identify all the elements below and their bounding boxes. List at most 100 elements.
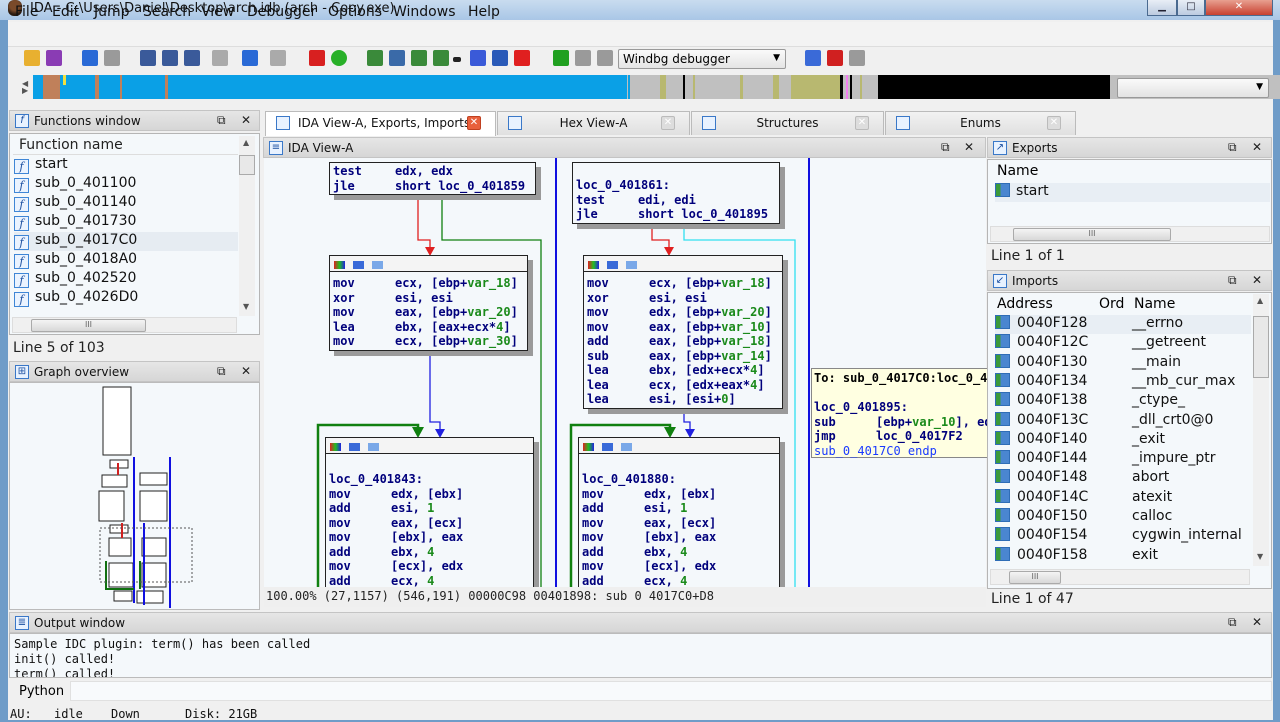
instruction-line[interactable]: add ecx, 4 xyxy=(329,574,530,588)
add-data-icon[interactable] xyxy=(389,50,405,66)
function-row[interactable]: f sub_0_401730 xyxy=(14,213,238,232)
import-row[interactable]: 0040F140 _exit xyxy=(995,430,1251,450)
open-folder-icon[interactable] xyxy=(24,50,40,66)
instruction-line[interactable]: mov eax, [ecx] xyxy=(329,516,530,531)
edit-icon[interactable] xyxy=(492,50,508,66)
block-color-icon[interactable] xyxy=(583,443,594,451)
instruction-line[interactable]: add eax, [ebp+var_18] xyxy=(587,334,779,349)
functions-hscrollbar[interactable]: III xyxy=(12,317,237,333)
import-row[interactable]: 0040F14C atexit xyxy=(995,488,1251,508)
imports-vscrollbar[interactable]: ▲ ▼ xyxy=(1253,294,1269,566)
process-options-icon[interactable] xyxy=(805,50,821,66)
tab-structures[interactable]: Structures ✕ xyxy=(691,111,884,135)
instruction-line[interactable]: xor esi, esi xyxy=(587,291,779,306)
instruction-line[interactable]: mov [ecx], edx xyxy=(329,559,530,574)
minimize-button[interactable]: ▁ xyxy=(1147,0,1177,16)
close-icon[interactable]: ✕ xyxy=(241,364,251,378)
command-input[interactable] xyxy=(70,681,1272,701)
close-icon[interactable]: ✕ xyxy=(1252,140,1262,154)
import-row[interactable]: 0040F154 cygwin_internal xyxy=(995,527,1251,546)
function-row[interactable]: f sub_0_401100 xyxy=(14,175,238,194)
nav-scroll-arrows[interactable]: ◀ ▶ xyxy=(22,80,28,95)
instruction-line[interactable]: jle short loc_0_401859 xyxy=(333,179,532,194)
output-log[interactable]: Sample IDC plugin: term() has been calle… xyxy=(9,633,1272,678)
column-header-name[interactable]: Name xyxy=(1134,296,1175,312)
add-breakpoint-icon[interactable] xyxy=(827,50,843,66)
menu-file[interactable]: File xyxy=(15,4,38,20)
import-row[interactable]: 0040F158 exit xyxy=(995,546,1251,566)
play-icon[interactable] xyxy=(553,50,569,66)
functions-vscrollbar[interactable]: ▲ ▼ xyxy=(239,136,255,316)
block-color-icon[interactable] xyxy=(588,261,599,269)
instruction-line[interactable]: add ebx, 4 xyxy=(329,545,530,560)
instruction-line[interactable]: lea ebx, [eax+ecx*4] xyxy=(333,320,524,335)
block-group-icon[interactable] xyxy=(621,443,632,451)
instruction-line[interactable]: lea esi, [esi+0] xyxy=(587,392,779,407)
basic-block[interactable]: mov ecx, [ebp+var_18] xor esi, esi mov edx, [… xyxy=(583,255,783,409)
instruction-line[interactable]: mov [ebx], eax xyxy=(329,530,530,545)
tab-close-icon[interactable]: ✕ xyxy=(855,116,869,130)
instruction-line[interactable]: test edi, edi xyxy=(576,193,776,208)
import-row[interactable]: 0040F138 _ctype_ xyxy=(995,392,1251,411)
block-color-icon[interactable] xyxy=(334,261,345,269)
import-row[interactable]: 0040F144 _impure_ptr xyxy=(995,450,1251,469)
cli-language-button[interactable]: Python xyxy=(19,684,64,699)
instruction-line[interactable]: mov ecx, [ebp+var_18] xyxy=(333,276,524,291)
block-rename-icon[interactable] xyxy=(607,261,618,269)
warning-icon[interactable] xyxy=(309,50,325,66)
block-group-icon[interactable] xyxy=(372,261,383,269)
column-header-ord[interactable]: Ord xyxy=(1099,296,1124,312)
menu-windows[interactable]: Windows xyxy=(393,4,456,20)
function-row[interactable]: f sub_0_4026D0 xyxy=(14,289,238,308)
exports-hscrollbar[interactable]: III xyxy=(990,226,1270,242)
add-struct-icon[interactable] xyxy=(433,50,449,66)
basic-block[interactable]: test edx, edx jle short loc_0_401859 xyxy=(329,162,536,195)
instruction-line[interactable]: lea ebx, [edx+ecx*4] xyxy=(587,363,779,378)
tab-ida-view-a-exports-imports[interactable]: IDA View-A, Exports, Imports ✕ xyxy=(265,111,496,136)
search-next-icon[interactable] xyxy=(212,50,228,66)
close-icon[interactable]: ✕ xyxy=(241,113,251,127)
imports-hscrollbar[interactable]: III xyxy=(990,569,1250,585)
basic-block[interactable]: loc_0_401880: mov edx, [ebx] add esi, 1 mov ea… xyxy=(578,437,780,587)
stop-icon[interactable] xyxy=(597,50,613,66)
instruction-line[interactable]: lea ecx, [edx+eax*4] xyxy=(587,378,779,393)
lock-icon[interactable] xyxy=(270,50,286,66)
add-code-icon[interactable] xyxy=(367,50,383,66)
import-row[interactable]: 0040F13C _dll_crt0@0 xyxy=(995,411,1251,431)
float-icon[interactable]: ⧉ xyxy=(1228,615,1237,630)
instruction-line[interactable]: jle short loc_0_401895 xyxy=(576,207,776,222)
basic-block[interactable]: mov ecx, [ebp+var_18] xor esi, esi mov eax, [… xyxy=(329,255,528,351)
float-icon[interactable]: ⧉ xyxy=(1228,140,1237,155)
instruction-line[interactable]: mov eax, [ebp+var_10] xyxy=(587,320,779,335)
navigation-band[interactable] xyxy=(33,75,1280,99)
menu-search[interactable]: Search xyxy=(143,4,191,20)
function-row[interactable]: f sub_0_4018A0 xyxy=(14,251,238,270)
add-ascii-icon[interactable] xyxy=(411,50,427,66)
graph-overview-canvas[interactable] xyxy=(9,382,260,610)
debugger-select[interactable]: Windbg debugger ▼ xyxy=(618,49,786,69)
float-icon[interactable]: ⧉ xyxy=(1228,273,1237,288)
instruction-line[interactable]: add esi, 1 xyxy=(582,501,776,516)
basic-block[interactable]: loc_0_401843: mov edx, [ebx] add esi, 1 mov ea… xyxy=(325,437,534,587)
block-group-icon[interactable] xyxy=(368,443,379,451)
down-arrow-icon[interactable] xyxy=(242,50,258,66)
import-row[interactable]: 0040F128 __errno xyxy=(995,315,1251,334)
block-rename-icon[interactable] xyxy=(349,443,360,451)
green-circle-icon[interactable] xyxy=(331,50,347,66)
maximize-button[interactable]: □ xyxy=(1177,0,1205,16)
import-row[interactable]: 0040F130 __main xyxy=(995,353,1251,373)
forward-arrow-icon[interactable] xyxy=(104,50,120,66)
instruction-line[interactable]: mov edx, [ebx] xyxy=(329,487,530,502)
close-icon[interactable]: ✕ xyxy=(1252,273,1262,287)
float-icon[interactable]: ⧉ xyxy=(217,364,226,379)
menu-options[interactable]: Options xyxy=(328,4,382,20)
menu-help[interactable]: Help xyxy=(468,4,500,20)
function-row[interactable]: f sub_0_4017C0 xyxy=(14,232,238,251)
nav-band-dropdown[interactable]: ▼ xyxy=(1117,78,1269,98)
delete-breakpoint-icon[interactable] xyxy=(849,50,865,66)
search-hash-icon[interactable] xyxy=(140,50,156,66)
search-text-icon[interactable] xyxy=(162,50,178,66)
tab-close-icon[interactable]: ✕ xyxy=(467,116,481,130)
function-row[interactable]: f start xyxy=(14,156,238,175)
instruction-line[interactable]: mov [ebx], eax xyxy=(582,530,776,545)
